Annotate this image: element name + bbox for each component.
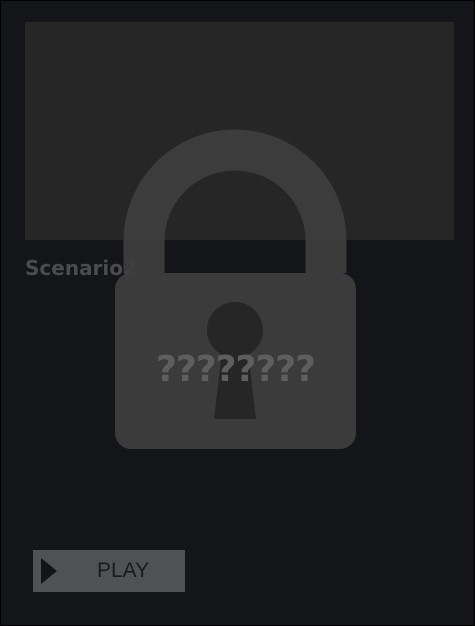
locked-label: ???????? [155, 349, 316, 390]
play-button-label: PLAY [97, 559, 150, 582]
scenario-card: Scenario2 ???????? PLAY [1, 1, 474, 625]
lock-body [115, 273, 356, 449]
play-button[interactable]: PLAY [33, 550, 185, 592]
scenario-title: Scenario2 [25, 256, 137, 280]
keyhole-icon [207, 302, 263, 419]
play-icon [41, 558, 57, 584]
scenario-thumbnail [25, 22, 454, 240]
